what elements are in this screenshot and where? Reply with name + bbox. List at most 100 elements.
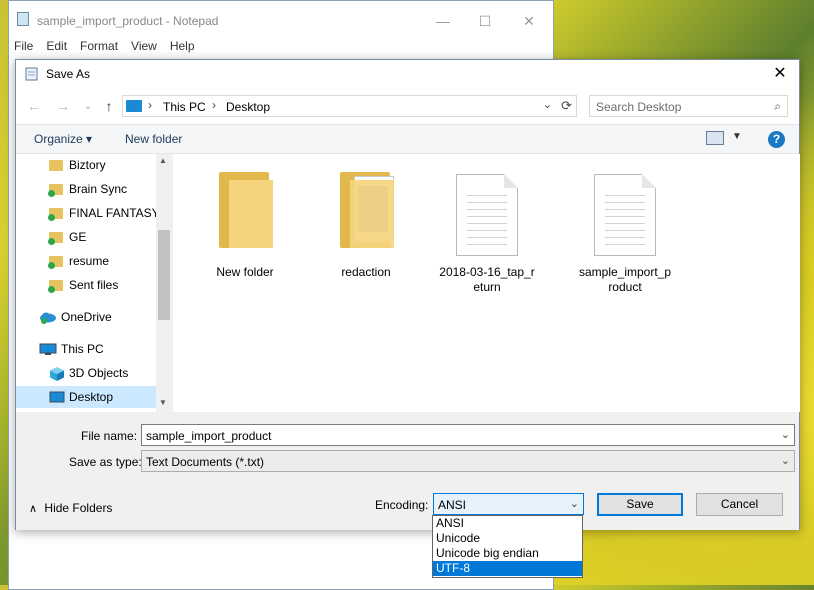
- menu-help[interactable]: Help: [170, 39, 195, 53]
- save-button[interactable]: Save: [597, 493, 683, 516]
- 3d-objects-icon: [50, 367, 64, 381]
- chevron-down-icon[interactable]: ⌄: [781, 454, 790, 467]
- sync-check-icon: [48, 238, 55, 245]
- menu-view[interactable]: View: [131, 39, 157, 53]
- notepad-menu-bar: File Edit Format View Help: [14, 39, 208, 53]
- sync-check-icon: [48, 190, 55, 197]
- nav-item-label: Biztory: [69, 158, 106, 172]
- forward-arrow-icon[interactable]: →: [54, 97, 72, 115]
- nav-item-3d-objects[interactable]: 3D Objects: [16, 362, 171, 384]
- back-arrow-icon[interactable]: ←: [25, 97, 43, 115]
- search-icon: ⌕: [774, 99, 781, 113]
- scroll-up-icon[interactable]: ▲: [159, 156, 167, 165]
- nav-item-label: Sent files: [69, 278, 119, 292]
- nav-item-final-fantasy[interactable]: FINAL FANTASY: [16, 202, 171, 224]
- onedrive-icon: [40, 312, 56, 324]
- nav-item-biztory[interactable]: Biztory: [16, 154, 171, 176]
- nav-item-label: OneDrive: [61, 310, 112, 324]
- encoding-option-utf-8[interactable]: UTF-8: [433, 561, 582, 576]
- nav-item-resume[interactable]: resume: [16, 250, 171, 272]
- pc-icon: [39, 343, 57, 355]
- menu-format[interactable]: Format: [80, 39, 118, 53]
- save-as-type-label: Save as type:: [69, 455, 142, 469]
- breadcrumb-desktop[interactable]: Desktop: [226, 100, 270, 114]
- nav-item-label: 3D Objects: [69, 366, 129, 380]
- hide-folders-label: Hide Folders: [44, 501, 113, 515]
- file-name: New folder: [216, 265, 274, 279]
- change-view-icon[interactable]: [706, 131, 724, 145]
- encoding-option-unicode[interactable]: Unicode: [433, 531, 582, 546]
- up-arrow-icon[interactable]: ↑: [100, 97, 118, 115]
- encoding-option-unicode-big-endian[interactable]: Unicode big endian: [433, 546, 582, 561]
- search-input[interactable]: Search Desktop ⌕: [589, 95, 788, 117]
- chevron-up-icon: ∧: [29, 503, 38, 515]
- scroll-down-icon[interactable]: ▼: [159, 398, 167, 407]
- address-bar[interactable]: › This PC › Desktop ⌄ ⟳: [122, 95, 577, 117]
- view-options-dropdown-icon[interactable]: ▼: [732, 131, 742, 142]
- dialog-title: Save As: [46, 67, 91, 81]
- menu-file[interactable]: File: [14, 39, 33, 53]
- nav-item-brain-sync[interactable]: Brain Sync: [16, 178, 171, 200]
- text-document-icon: [456, 174, 518, 256]
- nav-item-label: FINAL FANTASY: [69, 206, 160, 220]
- file-name: 2018-03-16_tap_r eturn: [439, 265, 535, 294]
- encoding-select[interactable]: ANSI ⌄: [433, 493, 584, 515]
- folder-icon-front: [229, 180, 273, 248]
- dialog-title-bar: Save As ✕: [16, 60, 799, 90]
- new-folder-button[interactable]: New folder: [125, 132, 182, 146]
- breadcrumb-this-pc[interactable]: This PC: [163, 100, 206, 114]
- encoding-label: Encoding:: [375, 498, 429, 512]
- nav-item-label: resume: [69, 254, 110, 268]
- text-document-icon: [594, 174, 656, 256]
- file-name-field[interactable]: sample_import_product ⌄: [141, 424, 795, 446]
- sync-check-icon: [48, 214, 55, 221]
- menu-edit[interactable]: Edit: [46, 39, 67, 53]
- navigation-pane: Biztory Brain Sync FINAL FANTASY GE resu…: [16, 154, 172, 412]
- breadcrumb-separator: ›: [148, 98, 152, 112]
- close-icon[interactable]: ✕: [769, 64, 791, 84]
- save-options-panel: File name: sample_import_product ⌄ Save …: [16, 412, 799, 530]
- chevron-down-icon[interactable]: ⌄: [781, 428, 790, 441]
- save-as-type-select[interactable]: Text Documents (*.txt) ⌄: [141, 450, 795, 472]
- sync-check-icon: [48, 286, 55, 293]
- nav-item-label: Brain Sync: [69, 182, 128, 196]
- sync-check-icon: [48, 262, 55, 269]
- file-item-tap-return[interactable]: 2018-03-16_tap_r eturn: [435, 166, 539, 294]
- nav-item-this-pc[interactable]: This PC: [16, 338, 171, 360]
- save-as-type-value: Text Documents (*.txt): [146, 455, 265, 469]
- nav-item-label: This PC: [61, 342, 104, 356]
- cancel-button[interactable]: Cancel: [696, 493, 783, 516]
- encoding-dropdown-list: ANSI Unicode Unicode big endian UTF-8: [432, 515, 583, 578]
- search-placeholder: Search Desktop: [596, 100, 682, 114]
- address-dropdown-icon[interactable]: ⌄: [543, 98, 552, 111]
- nav-item-desktop[interactable]: Desktop: [16, 386, 171, 408]
- help-icon[interactable]: ?: [768, 131, 785, 148]
- navigation-scrollbar[interactable]: ▲ ▼: [156, 154, 172, 412]
- breadcrumb-separator: ›: [212, 98, 216, 112]
- file-item-redaction[interactable]: redaction: [314, 166, 418, 286]
- file-item-new-folder[interactable]: New folder: [193, 166, 297, 286]
- close-icon[interactable]: ✕: [515, 12, 543, 30]
- encoding-option-ansi[interactable]: ANSI: [433, 516, 582, 531]
- file-name: sample_import_p roduct: [578, 265, 672, 294]
- file-item-sample-import-product[interactable]: sample_import_p roduct: [573, 166, 677, 294]
- notepad-title: sample_import_product - Notepad: [37, 14, 219, 28]
- refresh-icon[interactable]: ⟳: [561, 98, 572, 114]
- hide-folders-button[interactable]: ∧ Hide Folders: [29, 501, 112, 515]
- file-name-label: File name:: [81, 429, 138, 443]
- notepad-title-bar: sample_import_product - Notepad — ☐ ✕: [9, 1, 553, 35]
- maximize-icon[interactable]: ☐: [471, 12, 499, 30]
- recent-locations-icon[interactable]: ⌄: [79, 97, 97, 115]
- scrollbar-thumb[interactable]: [158, 230, 170, 320]
- nav-item-ge[interactable]: GE: [16, 226, 171, 248]
- file-name: redaction: [341, 265, 391, 279]
- folder-icon: [49, 160, 63, 171]
- minimize-icon[interactable]: —: [429, 12, 457, 30]
- nav-item-label: GE: [69, 230, 87, 244]
- nav-item-onedrive[interactable]: OneDrive: [16, 306, 171, 328]
- chevron-down-icon[interactable]: ⌄: [570, 497, 579, 510]
- nav-item-sent-files[interactable]: Sent files: [16, 274, 171, 296]
- navigation-row: ← → ⌄ ↑ › This PC › Desktop ⌄ ⟳ Search D…: [16, 90, 799, 124]
- organize-button[interactable]: Organize ▾: [34, 132, 92, 146]
- notepad-icon: [17, 12, 29, 26]
